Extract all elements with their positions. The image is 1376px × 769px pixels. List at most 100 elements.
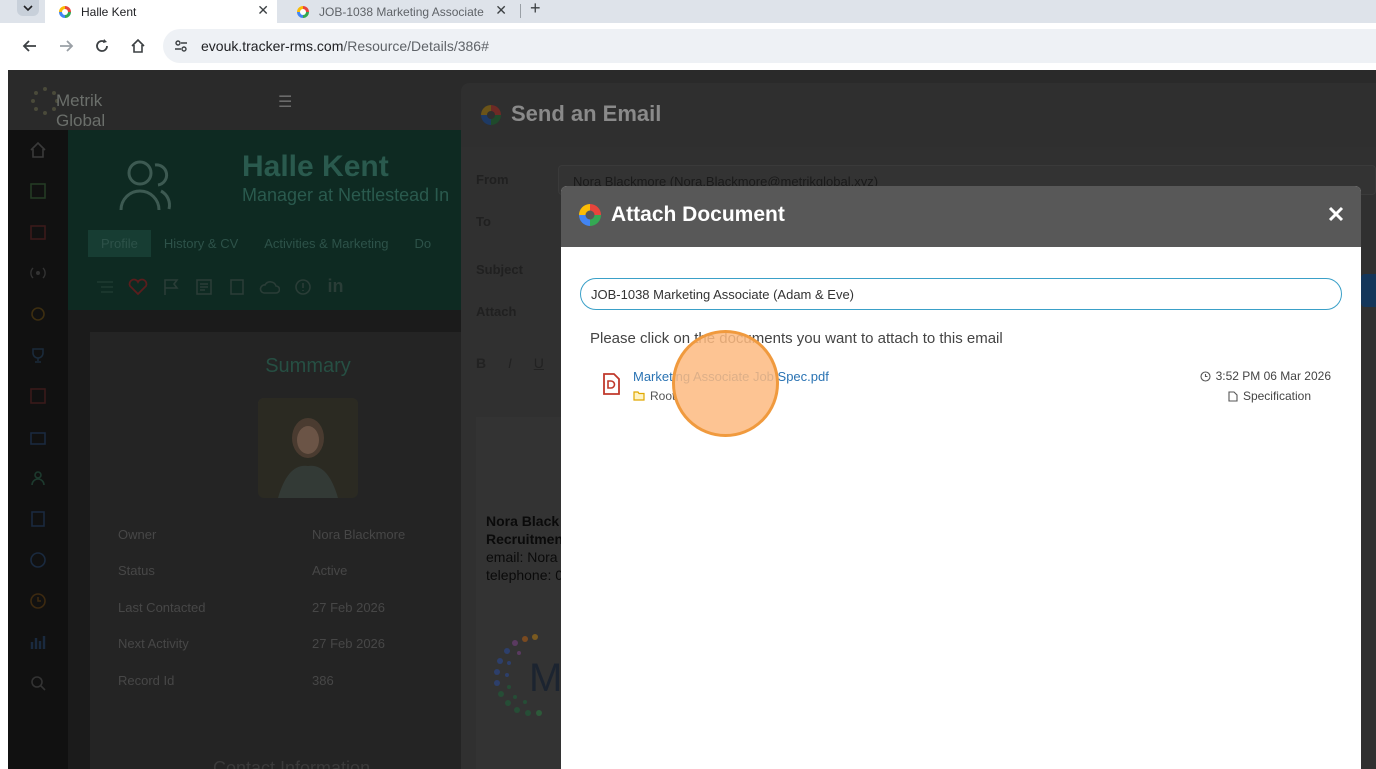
tab-job-1038[interactable]: JOB-1038 Marketing Associate ✕ <box>283 0 515 23</box>
tracker-logo-icon <box>579 204 601 226</box>
trophy-icon[interactable] <box>28 345 48 365</box>
italic-button[interactable]: I <box>508 355 512 371</box>
document-folder: Root <box>633 389 675 403</box>
summary-value-last-contacted: 27 Feb 2026 <box>312 600 386 615</box>
tab-halle-kent[interactable]: Halle Kent ✕ <box>45 0 277 23</box>
site-info-icon[interactable] <box>173 38 189 59</box>
browser-tab-bar: Halle Kent ✕ JOB-1038 Marketing Associat… <box>0 0 1376 23</box>
document-icon[interactable] <box>28 509 48 529</box>
document-timestamp-text: 3:52 PM 06 Mar 2026 <box>1215 369 1331 383</box>
bar-chart-icon[interactable] <box>28 632 48 652</box>
linkedin-icon[interactable]: in <box>325 276 346 297</box>
home-icon[interactable] <box>28 140 48 160</box>
tab-profile[interactable]: Profile <box>88 230 151 257</box>
close-tab-icon[interactable]: ✕ <box>495 2 507 19</box>
cloud-icon[interactable] <box>259 276 280 297</box>
tracker-logo-icon <box>481 105 501 125</box>
signature-email: email: Nora <box>486 549 558 565</box>
send-email-title: Send an Email <box>511 101 662 126</box>
broadcast-icon[interactable] <box>28 263 48 283</box>
summary-label-owner: Owner <box>118 527 157 542</box>
signature-logo: M <box>485 627 565 737</box>
browser-toolbar: evouk.tracker-rms.com/Resource/Details/3… <box>0 23 1376 70</box>
profile-action-icons: in <box>94 276 346 297</box>
attach-document-header: Attach Document <box>561 186 1361 247</box>
summary-label-status: Status <box>118 563 155 578</box>
briefcase-icon[interactable] <box>28 427 48 447</box>
new-tab-button[interactable]: + <box>530 0 541 19</box>
document-type: Specification <box>1228 389 1311 403</box>
document-search-input[interactable] <box>580 278 1342 310</box>
close-icon <box>1328 206 1344 222</box>
chevron-down-icon <box>23 5 33 12</box>
summary-value-record-id: 386 <box>312 673 334 688</box>
heart-icon[interactable] <box>127 276 148 297</box>
forward-button[interactable] <box>55 35 77 57</box>
subject-label: Subject <box>476 262 523 277</box>
profile-header: Halle Kent Manager at Nettlestead In Pro… <box>68 130 468 310</box>
task-icon[interactable] <box>28 386 48 406</box>
flag-icon[interactable] <box>160 276 181 297</box>
profile-tabs: Profile History & CV Activities & Market… <box>88 230 444 257</box>
chart-icon[interactable] <box>28 181 48 201</box>
back-button[interactable] <box>19 35 41 57</box>
reload-button[interactable] <box>91 35 113 57</box>
tab-search-button[interactable] <box>17 0 39 16</box>
contact-information-title: Contact Information <box>213 758 371 769</box>
tab-title: JOB-1038 Marketing Associate <box>319 4 484 19</box>
tab-separator <box>520 4 521 18</box>
summary-label-last-contacted: Last Contacted <box>118 600 206 615</box>
calendar-icon[interactable] <box>28 222 48 242</box>
close-tab-icon[interactable]: ✕ <box>257 2 269 19</box>
svg-text:M: M <box>529 656 562 700</box>
arrow-right-icon <box>60 40 74 52</box>
candidate-photo-image <box>258 398 358 498</box>
contacts-icon[interactable] <box>28 468 48 488</box>
pdf-file-icon <box>603 373 620 395</box>
document-row[interactable]: Marketing Associate Job Spec.pdf Root 3:… <box>591 360 1336 404</box>
clock-icon[interactable] <box>28 591 48 611</box>
url-text: evouk.tracker-rms.com/Resource/Details/3… <box>201 38 489 54</box>
close-modal-button[interactable] <box>1325 203 1347 225</box>
address-bar[interactable]: evouk.tracker-rms.com/Resource/Details/3… <box>163 29 1376 63</box>
summary-label-record-id: Record Id <box>118 673 175 688</box>
globe-icon[interactable] <box>28 550 48 570</box>
summary-value-next-activity: 27 Feb 2026 <box>312 636 386 651</box>
tab-documents[interactable]: Do <box>402 230 445 257</box>
candidate-photo <box>258 398 358 498</box>
send-email-header: Send an Email <box>461 83 1376 147</box>
attach-instruction: Please click on the documents you want t… <box>590 330 1003 347</box>
metrik-logo-icon: M <box>494 634 562 716</box>
underline-button[interactable]: U <box>534 355 544 371</box>
target-icon[interactable] <box>28 304 48 324</box>
signature-name: Nora Black <box>486 513 560 529</box>
metrik-logo: Metrik Global <box>30 84 150 130</box>
hamburger-menu-icon[interactable]: ☰ <box>278 92 292 112</box>
document-name-link[interactable]: Marketing Associate Job Spec.pdf <box>633 369 829 384</box>
cc-button-edge[interactable] <box>1361 274 1376 307</box>
tab-title: Halle Kent <box>81 4 137 19</box>
list-icon[interactable] <box>94 276 115 297</box>
alert-icon[interactable] <box>292 276 313 297</box>
search-icon[interactable] <box>28 673 48 693</box>
url-host: evouk.tracker-rms.com <box>201 38 344 54</box>
signature-role: Recruitmen <box>486 531 564 547</box>
document-type-text: Specification <box>1242 389 1311 403</box>
tab-activities-marketing[interactable]: Activities & Marketing <box>251 230 401 257</box>
attach-document-modal: Attach Document Please click on the docu… <box>561 186 1361 769</box>
to-label: To <box>476 214 491 229</box>
tracker-favicon-icon <box>59 5 71 18</box>
form-icon[interactable] <box>193 276 214 297</box>
note-icon[interactable] <box>226 276 247 297</box>
document-folder-name: Root <box>650 389 676 403</box>
folder-icon <box>633 391 645 401</box>
home-button[interactable] <box>127 35 149 57</box>
tab-history-cv[interactable]: History & CV <box>151 230 251 257</box>
app-sidebar <box>8 130 68 769</box>
arrow-left-icon <box>22 40 36 52</box>
summary-value-status: Active <box>312 563 348 578</box>
attach-label: Attach <box>476 304 517 319</box>
bold-button[interactable]: B <box>476 355 486 371</box>
summary-label-next-activity: Next Activity <box>118 636 189 651</box>
reload-icon <box>96 39 108 52</box>
